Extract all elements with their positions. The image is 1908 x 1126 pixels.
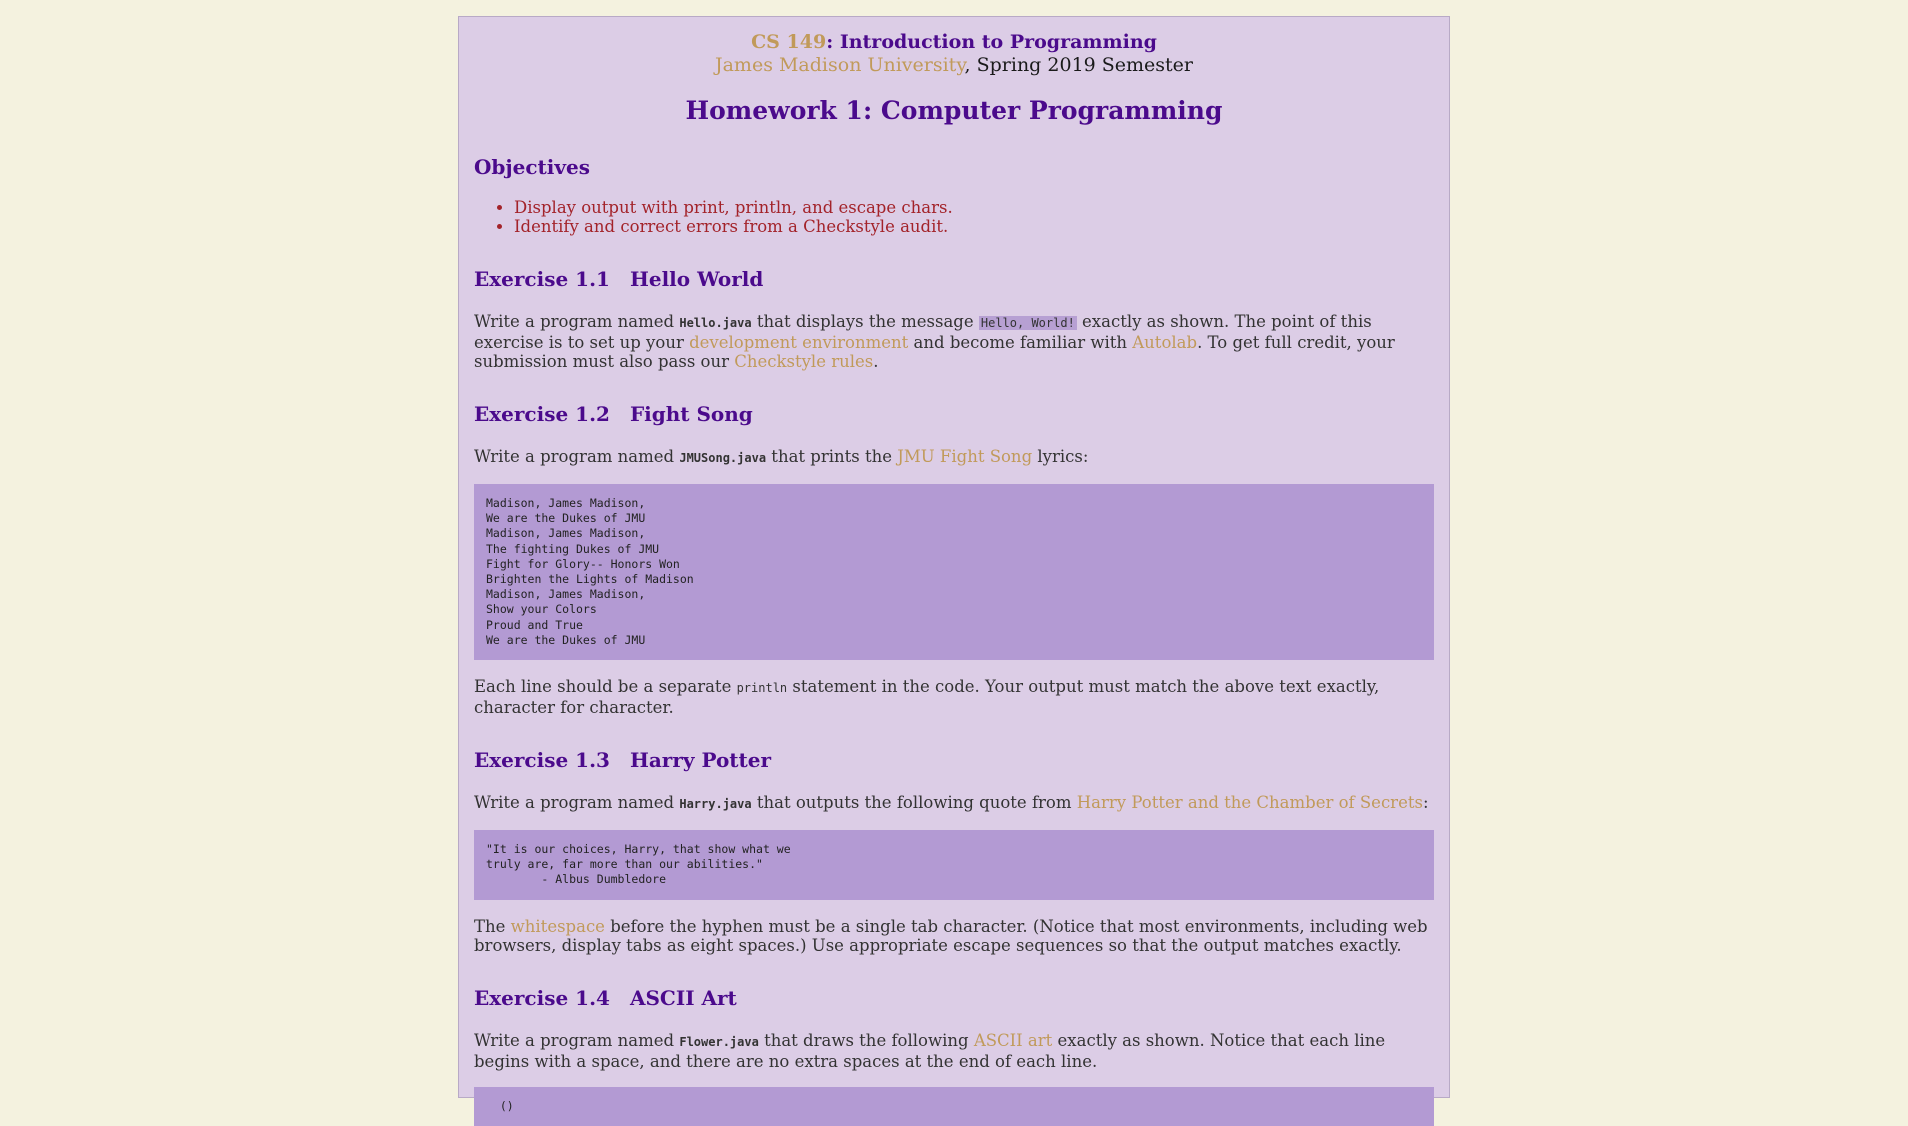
println-code: println — [736, 681, 788, 696]
exercise-1-4-text: Write a program named Flower.java that d… — [474, 1030, 1386, 1071]
university-link[interactable]: James Madison University — [715, 54, 965, 76]
harry-potter-link[interactable]: Harry Potter and the Chamber of Secrets — [1077, 793, 1423, 812]
filename: Flower.java — [679, 1034, 759, 1049]
exercise-1-4-heading: Exercise 1.4 ASCII Art — [474, 985, 737, 1010]
objectives-list: Display output with print, println, and … — [474, 198, 1434, 236]
fight-song-lyrics: Madison, James Madison, We are the Dukes… — [474, 484, 1434, 661]
message-code: Hello, World! — [978, 316, 1077, 330]
filename: Hello.java — [679, 316, 752, 330]
exercise-1-2-note: Each line should be a separate println s… — [474, 677, 1380, 718]
list-item: Identify and correct errors from a Check… — [514, 217, 1434, 236]
homework-page: CS 149: Introduction to Programming Jame… — [458, 16, 1450, 1126]
exercise-1-1-text: Write a program named Hello.java that di… — [474, 312, 1395, 371]
exercise-1-1-heading: Exercise 1.1 Hello World — [474, 267, 764, 291]
exercise-1-3-text: Write a program named Harry.java that ou… — [474, 793, 1429, 813]
whitespace-link[interactable]: whitespace — [511, 917, 605, 936]
course-header: CS 149: Introduction to Programming Jame… — [474, 31, 1434, 77]
course-code-link[interactable]: CS 149 — [751, 31, 826, 53]
autolab-link[interactable]: Autolab — [1132, 333, 1197, 352]
course-name: Introduction to Programming — [839, 31, 1157, 53]
exercise-1-3-heading: Exercise 1.3 Harry Potter — [474, 748, 772, 773]
exercise-1-3-note: The whitespace before the hyphen must be… — [474, 916, 1428, 955]
course-subtitle: James Madison University, Spring 2019 Se… — [474, 54, 1434, 77]
course-title: CS 149: Introduction to Programming — [751, 31, 1157, 53]
page-title: Homework 1: Computer Programming — [685, 96, 1223, 125]
ascii-art-link[interactable]: ASCII art — [974, 1031, 1052, 1050]
jmu-fight-song-link[interactable]: JMU Fight Song — [897, 447, 1032, 466]
filename: JMUSong.java — [679, 451, 767, 465]
exercise-1-2-text: Write a program named JMUSong.java that … — [474, 447, 1089, 466]
harry-potter-quote: "It is our choices, Harry, that show wha… — [474, 830, 1434, 900]
exercise-1-2-heading: Exercise 1.2 Fight Song — [474, 402, 753, 426]
semester: , Spring 2019 Semester — [964, 54, 1194, 76]
filename: Harry.java — [679, 797, 752, 812]
list-item: Display output with print, println, and … — [514, 198, 1434, 217]
development-environment-link[interactable]: development environment — [689, 333, 908, 352]
ascii-art-block: () — [474, 1086, 1434, 1126]
checkstyle-rules-link[interactable]: Checkstyle rules — [734, 352, 873, 371]
objectives-heading: Objectives — [474, 155, 590, 179]
